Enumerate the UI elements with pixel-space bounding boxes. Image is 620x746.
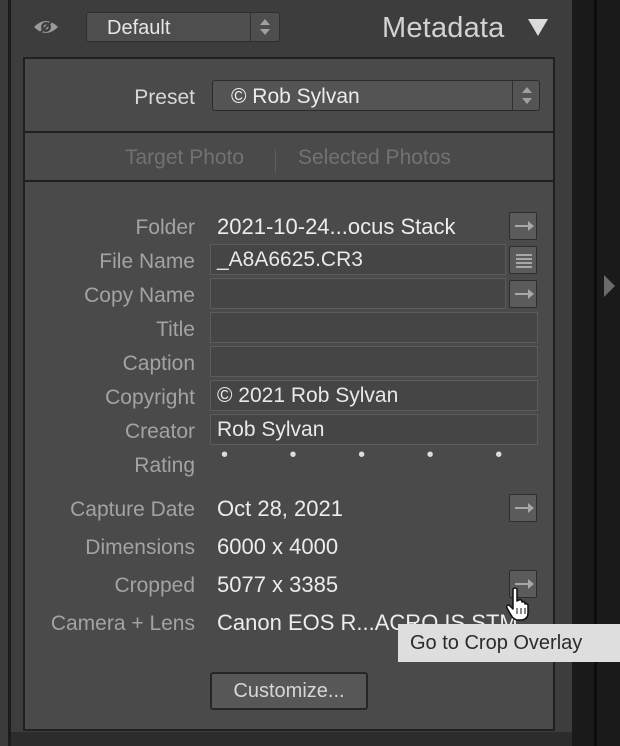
rename-button[interactable] (509, 246, 537, 274)
arrow-right-icon (515, 503, 534, 513)
tab-target-photo[interactable]: Target Photo (125, 146, 244, 170)
preset-label: Preset (134, 86, 195, 109)
panel-title[interactable]: Metadata (382, 12, 505, 45)
stepper-icon (512, 81, 539, 110)
tab-divider (275, 149, 276, 173)
list-icon (516, 254, 532, 268)
rating-stars[interactable]: • • • • • (221, 444, 530, 467)
dimensions-label: Dimensions (85, 536, 195, 559)
caption-field[interactable] (210, 346, 538, 377)
customize-button[interactable]: Customize... (210, 672, 368, 710)
eye-icon[interactable] (32, 15, 60, 39)
file-name-value: _A8A6625.CR3 (217, 248, 363, 271)
capture-date-label: Capture Date (70, 498, 195, 521)
view-preset-value: Default (107, 17, 171, 39)
camera-lens-label: Camera + Lens (50, 612, 195, 635)
metadata-preset-select[interactable]: © Rob Sylvan (212, 80, 540, 111)
copy-name-label: Copy Name (84, 284, 195, 307)
tab-selected-photos[interactable]: Selected Photos (298, 146, 451, 170)
left-panel-edge (0, 0, 11, 746)
hand-pointer-icon (506, 587, 529, 621)
caption-label: Caption (122, 352, 195, 375)
stepper-icon (250, 13, 279, 41)
creator-value: Rob Sylvan (217, 418, 325, 441)
file-name-field[interactable]: _A8A6625.CR3 (210, 244, 506, 275)
arrow-right-icon (515, 289, 534, 299)
capture-date-value: Oct 28, 2021 (217, 496, 343, 521)
file-name-label: File Name (99, 250, 195, 273)
folder-value: 2021-10-24...ocus Stack (217, 214, 456, 239)
creator-field[interactable]: Rob Sylvan (210, 414, 538, 445)
metadata-preset-value: © Rob Sylvan (231, 85, 360, 108)
copyright-field[interactable]: © 2021 Rob Sylvan (210, 380, 538, 411)
divider (25, 131, 553, 133)
copy-name-field[interactable] (210, 278, 506, 309)
cropped-value: 5077 x 3385 (217, 572, 339, 597)
folder-label: Folder (135, 216, 195, 239)
collapse-panel-icon[interactable] (604, 275, 615, 297)
divider (25, 180, 553, 182)
panel-footer (11, 732, 572, 746)
cropped-label: Cropped (114, 574, 195, 597)
title-label: Title (156, 318, 195, 341)
triangle-down-icon[interactable] (528, 19, 548, 36)
title-field[interactable] (210, 312, 538, 343)
view-preset-select[interactable]: Default (86, 12, 280, 42)
rating-label: Rating (134, 454, 195, 477)
creator-label: Creator (124, 420, 195, 443)
copyright-label: Copyright (105, 386, 195, 409)
copyright-value: © 2021 Rob Sylvan (217, 384, 399, 407)
go-to-copy-button[interactable] (509, 280, 537, 308)
edit-capture-time-button[interactable] (509, 494, 537, 522)
tooltip: Go to Crop Overlay (398, 624, 620, 662)
arrow-right-icon (515, 221, 534, 231)
go-to-folder-button[interactable] (509, 212, 537, 240)
arrow-right-icon (515, 579, 534, 589)
target-tabs: Target Photo Selected Photos (25, 135, 553, 181)
dimensions-value: 6000 x 4000 (217, 534, 339, 559)
